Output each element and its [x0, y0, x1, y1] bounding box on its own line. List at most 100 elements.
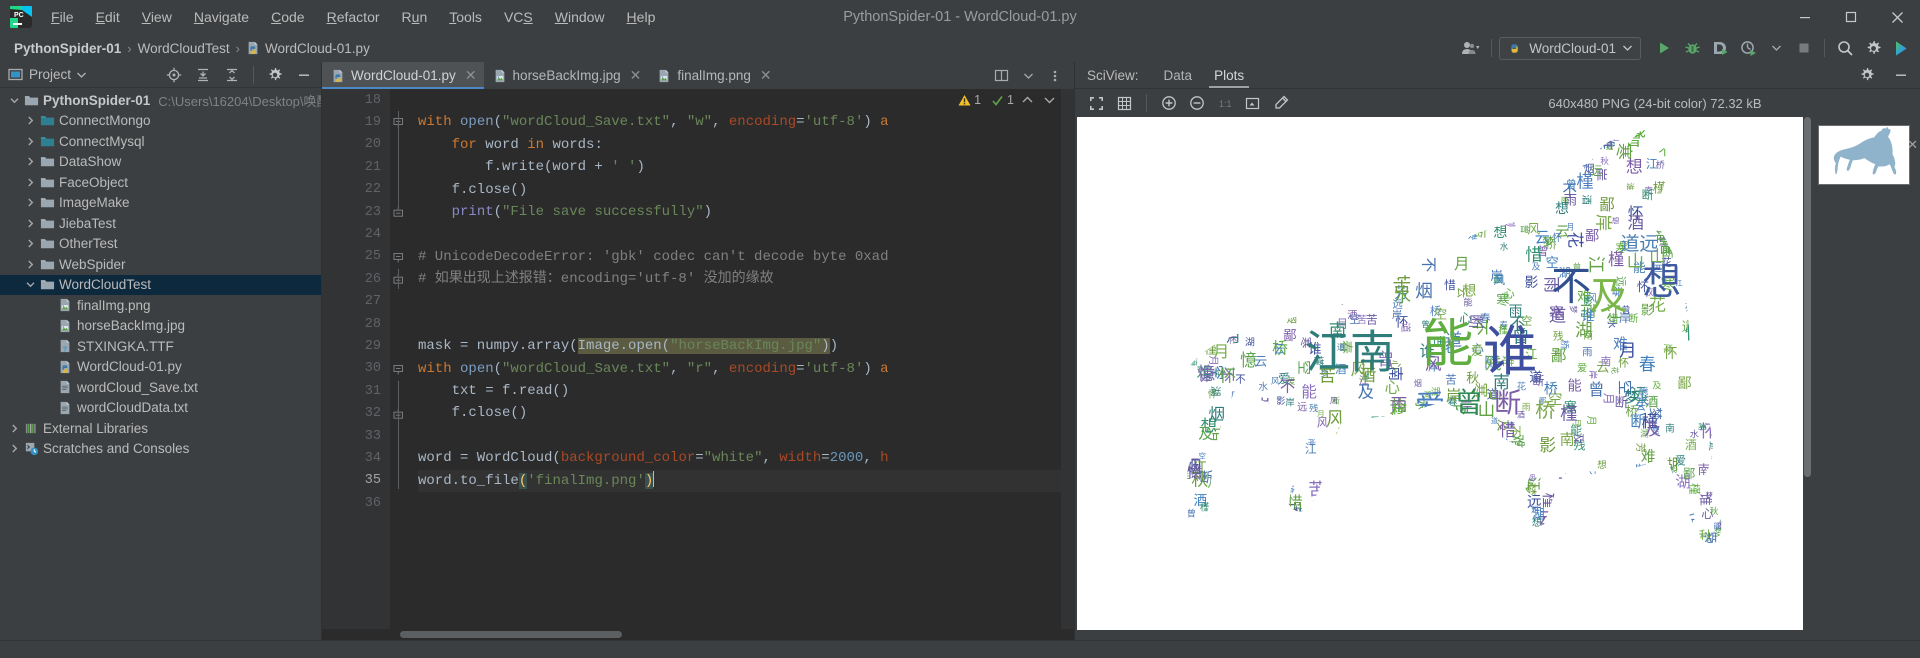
- tree-item-finalimg-png[interactable]: finalImg.png: [0, 295, 321, 316]
- code-line[interactable]: for word in words:: [418, 134, 1074, 156]
- code-line[interactable]: f.write(word + ' '): [418, 156, 1074, 178]
- fit-content-icon[interactable]: [1085, 92, 1108, 115]
- code-line[interactable]: [418, 492, 1074, 514]
- tree-item-scratches-and-consoles[interactable]: Scratches and Consoles: [0, 439, 321, 460]
- close-icon[interactable]: ✕: [1907, 137, 1918, 153]
- updates-icon[interactable]: [1888, 35, 1914, 61]
- editor-tab-finalimg-png[interactable]: finalImg.png ✕: [648, 62, 779, 89]
- chevron-down-icon[interactable]: [1763, 35, 1789, 61]
- user-avatar-icon[interactable]: [1458, 35, 1484, 61]
- code-line[interactable]: with open("wordCloud_Save.txt", "r", enc…: [418, 358, 1074, 380]
- code-line[interactable]: [418, 291, 1074, 313]
- fold-collapse-icon[interactable]: [393, 252, 404, 263]
- tree-item-othertest[interactable]: OtherTest: [0, 234, 321, 255]
- search-everywhere-icon[interactable]: [1832, 35, 1858, 61]
- menu-window[interactable]: Window: [544, 5, 616, 29]
- editor-tabs[interactable]: WordCloud-01.py ✕ horseBackImg.jpg ✕ finalIm…: [322, 62, 1074, 89]
- plot-horizontal-scrollbar[interactable]: [1075, 630, 1920, 640]
- editor-tab-horsebackimg-jpg[interactable]: horseBackImg.jpg ✕: [483, 62, 649, 89]
- stop-icon[interactable]: [1791, 35, 1817, 61]
- code-line[interactable]: # 如果出现上述报错：encoding='utf-8' 没加的缘故: [418, 268, 1074, 290]
- code-line[interactable]: txt = f.read(): [418, 380, 1074, 402]
- tree-item-stxingka-ttf[interactable]: ? STXINGKA.TTF: [0, 336, 321, 357]
- scrollbar-thumb[interactable]: [400, 631, 622, 638]
- code-line[interactable]: [418, 223, 1074, 245]
- code-line[interactable]: with open("wordCloud_Save.txt", "w", enc…: [418, 111, 1074, 133]
- main-menu[interactable]: FFileile Edit View Navigate Code Refacto…: [40, 5, 666, 29]
- tree-item-imagemake[interactable]: ImageMake: [0, 193, 321, 214]
- code-line[interactable]: # UnicodeDecodeError: 'gbk' codec can't …: [418, 246, 1074, 268]
- menu-run[interactable]: Run: [391, 5, 439, 29]
- breadcrumb-folder[interactable]: WordCloudTest: [138, 41, 230, 56]
- menu-view[interactable]: View: [131, 5, 183, 29]
- gear-icon[interactable]: [262, 62, 288, 88]
- more-options-icon[interactable]: [1042, 63, 1068, 89]
- maximize-button[interactable]: [1828, 0, 1874, 34]
- weak-warning-count[interactable]: 1: [991, 93, 1014, 107]
- zoom-in-icon[interactable]: [1157, 92, 1180, 115]
- tree-item-pythonspider-01[interactable]: PythonSpider-01 C:\Users\16204\Desktop\唤配: [0, 90, 321, 111]
- chevron-down-icon[interactable]: [77, 72, 86, 78]
- plot-vertical-scrollbar[interactable]: [1803, 117, 1812, 630]
- chevron-down-icon[interactable]: [22, 281, 38, 288]
- fit-window-icon[interactable]: [1241, 92, 1264, 115]
- tree-item-horsebackimg-jpg[interactable]: horseBackImg.jpg: [0, 316, 321, 337]
- close-tab-icon[interactable]: ✕: [465, 67, 477, 84]
- chevron-right-icon[interactable]: [22, 137, 38, 146]
- menu-edit[interactable]: Edit: [85, 5, 131, 29]
- tree-item-datashow[interactable]: DataShow: [0, 152, 321, 173]
- menu-help[interactable]: Help: [616, 5, 667, 29]
- menu-code[interactable]: Code: [260, 5, 315, 29]
- tree-item-webspider[interactable]: WebSpider: [0, 254, 321, 275]
- code-line[interactable]: f.close(): [418, 179, 1074, 201]
- menu-file[interactable]: FFileile: [40, 5, 85, 29]
- hide-panel-icon[interactable]: [1888, 62, 1914, 88]
- tree-item-jiebatest[interactable]: JiebaTest: [0, 213, 321, 234]
- expand-all-icon[interactable]: [190, 62, 216, 88]
- split-icon[interactable]: [988, 63, 1014, 89]
- chevron-right-icon[interactable]: [22, 239, 38, 248]
- hide-panel-icon[interactable]: [291, 62, 317, 88]
- chevron-right-icon[interactable]: [6, 424, 22, 433]
- tree-item-wordcloud-01-py[interactable]: WordCloud-01.py: [0, 357, 321, 378]
- plot-thumbnail[interactable]: [1818, 125, 1910, 185]
- debug-icon[interactable]: [1679, 35, 1705, 61]
- code-line[interactable]: f.close(): [418, 402, 1074, 424]
- code-content[interactable]: with open("wordCloud_Save.txt", "w", enc…: [410, 89, 1074, 629]
- code-line[interactable]: mask = numpy.array(Image.open("horseBack…: [418, 335, 1074, 357]
- breadcrumb-file[interactable]: WordCloud-01.py: [246, 41, 370, 56]
- menu-refactor[interactable]: Refactor: [316, 5, 391, 29]
- tree-item-wordcloud-save-txt[interactable]: wordCloud_Save.txt: [0, 377, 321, 398]
- run-icon[interactable]: [1651, 35, 1677, 61]
- chevron-right-icon[interactable]: [22, 198, 38, 207]
- inspection-summary[interactable]: 1 1: [958, 91, 1058, 109]
- tree-item-wordclouddata-txt[interactable]: wordCloudData.txt: [0, 398, 321, 419]
- code-line[interactable]: print("File save successfully"): [418, 201, 1074, 223]
- tree-item-connectmongo[interactable]: ConnectMongo: [0, 111, 321, 132]
- close-button[interactable]: [1874, 0, 1920, 34]
- code-editor[interactable]: 18 19 20 21 22 23 24 25 26 27 28 29 30 31 32 33 34 35 36 w…: [322, 89, 1074, 629]
- actual-size-icon[interactable]: 1:1: [1213, 92, 1236, 115]
- zoom-out-icon[interactable]: [1185, 92, 1208, 115]
- project-tree[interactable]: PythonSpider-01 C:\Users\16204\Desktop\唤配…: [0, 88, 321, 640]
- fold-end-icon[interactable]: [393, 274, 404, 285]
- next-problem-icon[interactable]: [1040, 91, 1058, 109]
- close-tab-icon[interactable]: ✕: [630, 67, 642, 84]
- run-coverage-icon[interactable]: [1707, 35, 1733, 61]
- chevron-down-icon[interactable]: [6, 97, 22, 104]
- code-line[interactable]: word.to_file('finalImg.png'): [418, 469, 1074, 493]
- fold-end-icon[interactable]: [393, 408, 404, 420]
- breadcrumb-project[interactable]: PythonSpider-01: [14, 41, 121, 56]
- chevron-right-icon[interactable]: [22, 116, 38, 125]
- collapse-all-icon[interactable]: [219, 62, 245, 88]
- code-line[interactable]: [418, 313, 1074, 335]
- scrollbar-thumb[interactable]: [1804, 117, 1811, 477]
- grid-icon[interactable]: [1113, 92, 1136, 115]
- chevron-right-icon[interactable]: [22, 157, 38, 166]
- code-line[interactable]: [418, 425, 1074, 447]
- chevron-right-icon[interactable]: [6, 444, 22, 453]
- tree-item-faceobject[interactable]: FaceObject: [0, 172, 321, 193]
- menu-tools[interactable]: Tools: [438, 5, 493, 29]
- gear-icon[interactable]: [1854, 62, 1880, 88]
- editor-markup-scrollbar[interactable]: [1061, 89, 1074, 629]
